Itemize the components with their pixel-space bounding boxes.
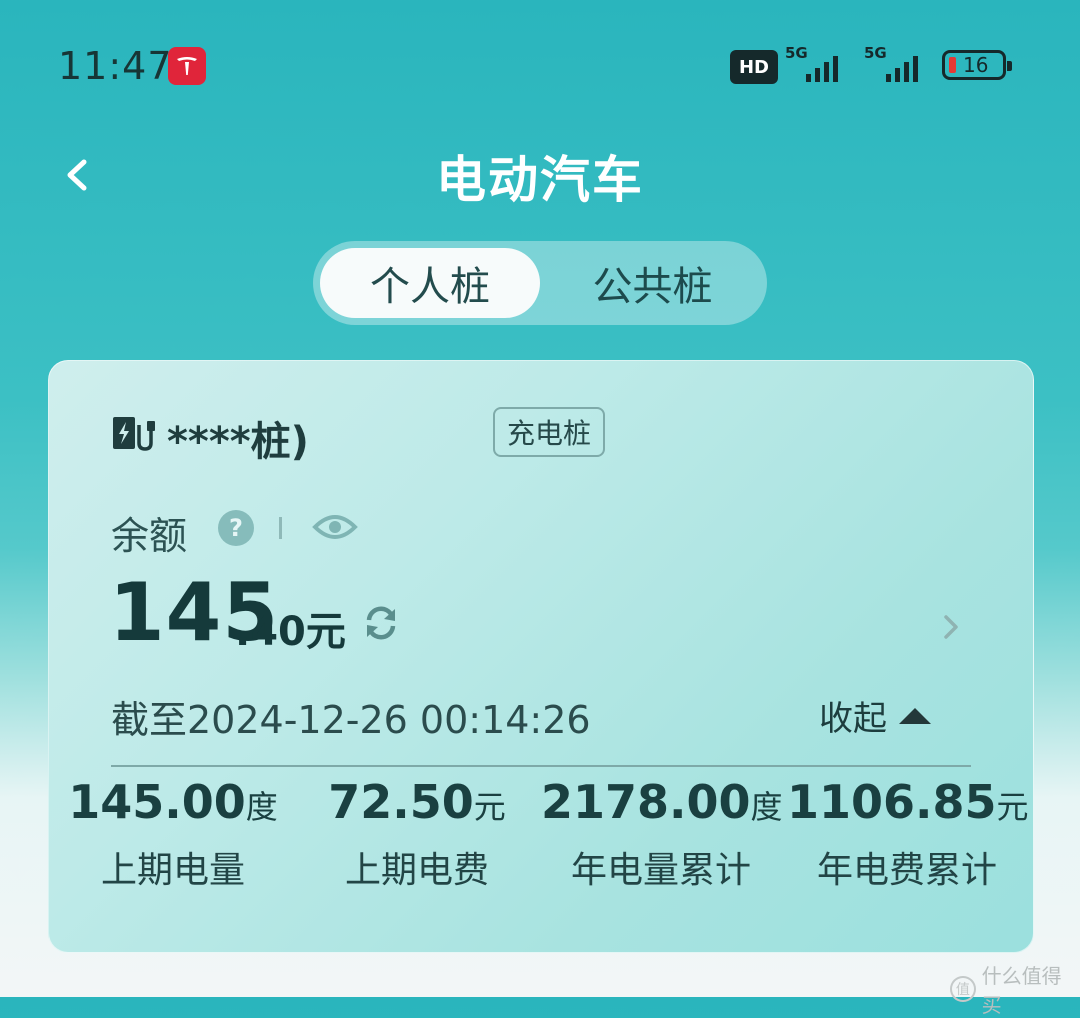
stat-value: 145.00 — [68, 775, 246, 829]
divider — [111, 765, 971, 767]
as-of-timestamp: 截至2024-12-26 00:14:26 — [111, 698, 591, 742]
help-icon[interactable]: ? — [218, 510, 254, 546]
network-type-1: 5G — [785, 44, 808, 62]
status-bar: 11:47 HD 5G 5G 16 — [0, 0, 1080, 130]
collapse-label: 收起 — [819, 699, 887, 739]
tesla-app-icon — [168, 47, 206, 85]
stat-annual-cost: 1106.85元 年电费累计 — [787, 775, 1029, 893]
pile-type-tag: 充电桩 — [493, 407, 605, 457]
charging-pile-card[interactable]: ****桩) 充电桩 余额 ? 145 .40元 截至2024-12-26 00… — [48, 360, 1034, 953]
watermark-text: 什么值得买 — [981, 964, 1062, 1017]
stat-value: 72.50 — [328, 775, 474, 829]
signal-icon-1 — [806, 52, 838, 82]
balance-amount-decimal: .40元 — [235, 609, 346, 655]
caret-up-icon — [899, 707, 931, 724]
stat-unit: 度 — [750, 788, 783, 826]
pile-type-tabs: 个人桩 公共桩 — [313, 241, 767, 325]
charging-station-icon — [113, 417, 155, 451]
divider — [279, 517, 282, 539]
tab-personal-pile[interactable]: 个人桩 — [320, 248, 540, 318]
stat-annual-energy: 2178.00度 年电量累计 — [541, 775, 783, 893]
collapse-button[interactable]: 收起 — [819, 691, 931, 740]
signal-icon-2 — [886, 52, 918, 82]
stat-label: 年电费累计 — [816, 850, 997, 891]
stat-last-period-cost: 72.50元 上期电费 — [297, 775, 537, 893]
balance-label: 余额 — [111, 514, 188, 558]
stat-unit: 元 — [996, 788, 1029, 826]
stat-label: 年电量累计 — [570, 850, 751, 891]
watermark: 值 什么值得买 — [950, 960, 1080, 1018]
network-type-2: 5G — [864, 44, 887, 62]
hd-voice-icon: HD — [730, 50, 778, 84]
watermark-logo-icon: 值 — [950, 976, 976, 1002]
battery-level: 16 — [963, 53, 989, 77]
stat-value: 2178.00 — [541, 775, 751, 829]
status-time: 11:47 — [58, 44, 173, 88]
stat-unit: 度 — [245, 788, 278, 826]
chevron-right-icon[interactable] — [939, 611, 963, 643]
stat-value: 1106.85 — [787, 775, 997, 829]
refresh-icon[interactable] — [361, 603, 401, 643]
pile-name: ****桩) — [167, 419, 309, 465]
stat-last-period-energy: 145.00度 上期电量 — [53, 775, 293, 893]
tab-public-pile[interactable]: 公共桩 — [545, 248, 760, 318]
stat-label: 上期电量 — [100, 850, 245, 891]
stat-label: 上期电费 — [344, 850, 489, 891]
eye-icon[interactable] — [312, 509, 358, 545]
page-title: 电动汽车 — [436, 151, 644, 209]
stat-unit: 元 — [473, 788, 506, 826]
battery-fill — [949, 57, 956, 73]
battery-icon: 16 — [942, 50, 1012, 80]
